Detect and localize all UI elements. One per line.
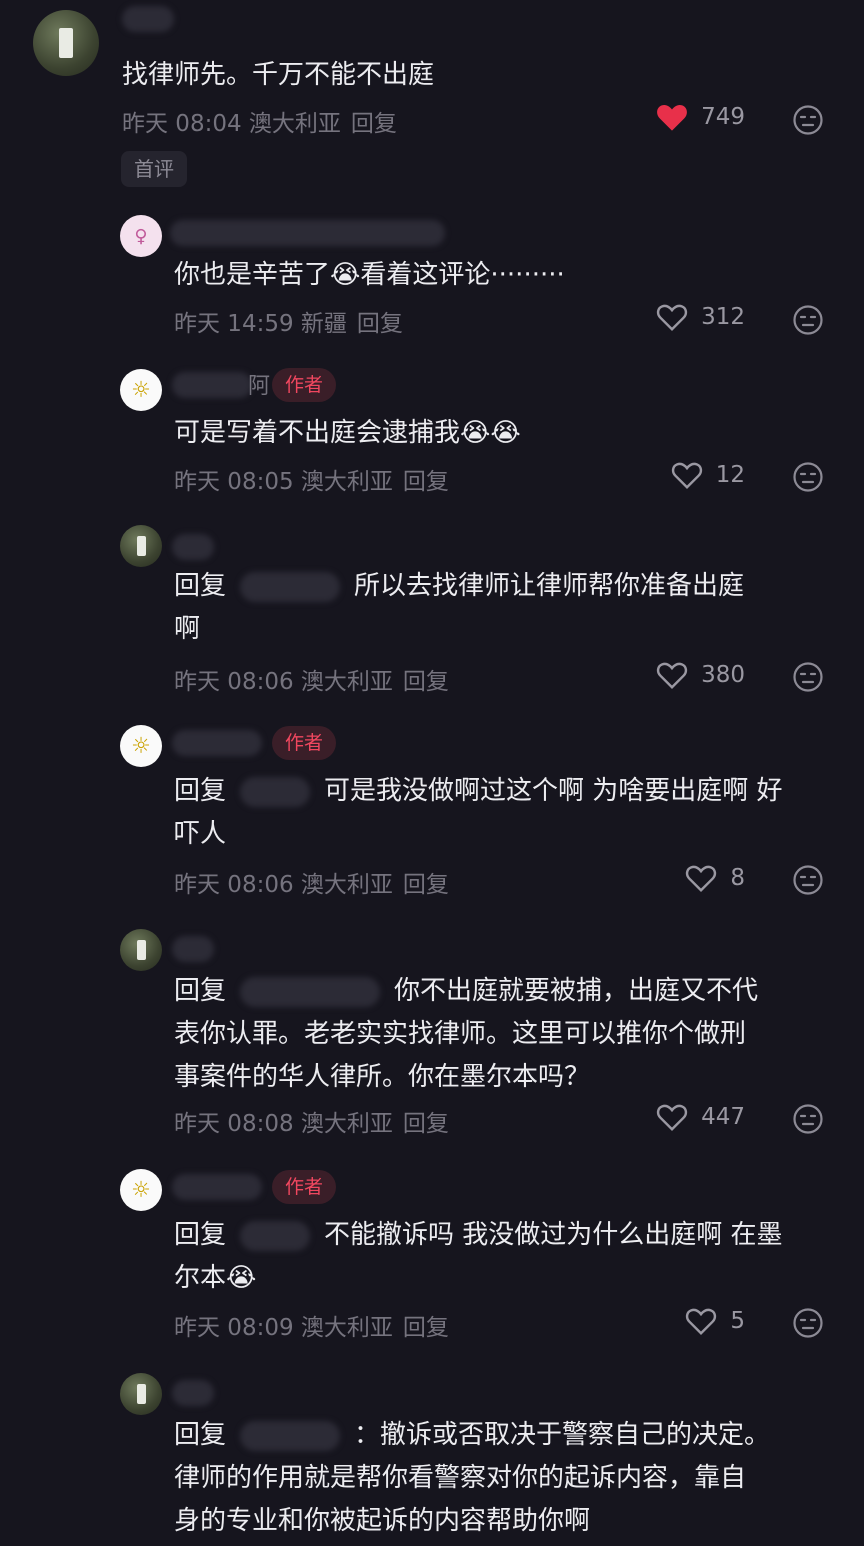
reply-name-blurred[interactable] — [172, 1174, 262, 1200]
reply-prefix: 回复 — [174, 571, 227, 601]
reply-name-blurred[interactable] — [172, 1380, 214, 1406]
reply-link[interactable]: 回复 — [403, 469, 449, 495]
reply-text: 回复 可是我没做啊过这个啊 为啥要出庭啊 好 吓人 — [174, 770, 844, 856]
reply-name-blurred[interactable] — [172, 730, 262, 756]
reply-prefix: 回复 — [174, 776, 227, 806]
like-count: 749 — [701, 104, 745, 130]
reply-text: 回复 ：撤诉或否取决于警察自己的决定。 律师的作用就是帮你看警察对你的起诉内容，靠… — [174, 1414, 844, 1543]
like-button[interactable]: 447 — [655, 1102, 745, 1132]
emoji-reaction-icon[interactable] — [792, 104, 824, 136]
like-button[interactable]: 749 — [655, 102, 745, 132]
like-count: 380 — [701, 662, 745, 688]
reply-avatar[interactable]: ♀ — [120, 215, 162, 257]
reply-meta: 昨天 08:05 澳大利亚 回复 — [174, 462, 449, 496]
reply-name-blurred[interactable] — [170, 220, 445, 246]
mentioned-user-blurred[interactable] — [240, 776, 311, 807]
comment-time: 昨天 08:04 澳大利亚 — [122, 111, 341, 137]
author-avatar[interactable]: ☼ — [120, 1169, 162, 1211]
reply-time: 昨天 08:06 澳大利亚 — [174, 669, 393, 695]
reply-prefix: 回复 — [174, 1420, 227, 1450]
reply-item: ♀ 你也是辛苦了😭看着这评论········· 昨天 14:59 新疆 回复 31… — [0, 200, 864, 360]
heart-outline-icon — [686, 1308, 717, 1336]
like-count: 312 — [701, 304, 745, 330]
reply-time: 昨天 08:06 澳大利亚 — [174, 872, 393, 898]
reply-name-blurred[interactable] — [172, 534, 214, 560]
top-comment: 找律师先。千万不能不出庭 昨天 08:04 澳大利亚 回复 749 首评 — [0, 0, 864, 200]
like-count: 5 — [730, 1308, 745, 1334]
author-badge: 作者 — [272, 1170, 337, 1204]
reply-avatar[interactable] — [120, 1373, 162, 1415]
reply-item: ☼ 作者 回复 可是我没做啊过这个啊 为啥要出庭啊 好 吓人 昨天 08:06 澳… — [0, 720, 864, 920]
reply-link[interactable]: 回复 — [403, 1111, 449, 1137]
reply-meta: 昨天 08:06 澳大利亚 回复 — [174, 662, 449, 696]
emoji-reaction-icon[interactable] — [792, 461, 824, 493]
comment-text: 找律师先。千万不能不出庭 — [122, 60, 435, 90]
like-count: 447 — [701, 1104, 745, 1130]
reply-link[interactable]: 回复 — [403, 669, 449, 695]
reply-text: 回复 不能撤诉吗 我没做过为什么出庭啊 在墨 尔本😭 — [174, 1214, 844, 1300]
author-badge: 作者 — [272, 368, 337, 402]
reply-meta: 昨天 08:06 澳大利亚 回复 — [174, 865, 449, 899]
reply-prefix: 回复 — [174, 976, 227, 1006]
first-comment-tag: 首评 — [121, 151, 187, 187]
reply-text: 回复 所以去找律师让律师帮你准备出庭 啊 — [174, 565, 834, 651]
reply-meta: 昨天 08:08 澳大利亚 回复 — [174, 1104, 449, 1138]
heart-outline-icon — [656, 304, 688, 332]
reply-name-blurred[interactable] — [172, 936, 214, 962]
reply-name-blurred[interactable] — [172, 372, 252, 398]
reply-meta: 昨天 14:59 新疆 回复 — [174, 304, 403, 338]
reply-time: 昨天 08:05 澳大利亚 — [174, 469, 393, 495]
like-button[interactable]: 380 — [655, 660, 745, 690]
mentioned-user-blurred[interactable] — [240, 1420, 341, 1451]
like-count: 12 — [715, 462, 745, 488]
emoji-reaction-icon[interactable] — [792, 661, 824, 693]
mentioned-user-blurred[interactable] — [240, 1220, 311, 1251]
mentioned-user-blurred[interactable] — [240, 976, 381, 1007]
author-badge: 作者 — [272, 726, 337, 760]
like-button[interactable]: 8 — [684, 863, 745, 893]
reply-time: 昨天 08:08 澳大利亚 — [174, 1111, 393, 1137]
reply-link[interactable]: 回复 — [403, 1315, 449, 1341]
heart-outline-icon — [656, 1104, 688, 1132]
emoji-reaction-icon[interactable] — [792, 1307, 824, 1339]
like-count: 8 — [730, 865, 745, 891]
reply-item: 回复 所以去找律师让律师帮你准备出庭 啊 昨天 08:06 澳大利亚 回复 380 — [0, 520, 864, 720]
reply-avatar[interactable] — [120, 929, 162, 971]
heart-outline-icon — [686, 865, 717, 893]
reply-time: 昨天 08:09 澳大利亚 — [174, 1315, 393, 1341]
emoji-reaction-icon[interactable] — [792, 1103, 824, 1135]
reply-link[interactable]: 回复 — [357, 311, 403, 337]
reply-item: 回复 你不出庭就要被捕，出庭又不代 表你认罪。老老实实找律师。这里可以推你个做刑 … — [0, 920, 864, 1160]
reply-item: ☼ 阿 作者 可是写着不出庭会逮捕我😭😭 昨天 08:05 澳大利亚 回复 12 — [0, 360, 864, 520]
commenter-avatar[interactable] — [33, 10, 99, 76]
emoji-reaction-icon[interactable] — [792, 864, 824, 896]
like-button[interactable]: 12 — [670, 460, 745, 490]
reply-text: 回复 你不出庭就要被捕，出庭又不代 表你认罪。老老实实找律师。这里可以推你个做刑 … — [174, 970, 844, 1099]
reply-prefix: 回复 — [174, 1220, 227, 1250]
reply-name-tail: 阿 — [248, 374, 271, 399]
like-button[interactable]: 312 — [655, 302, 745, 332]
reply-link[interactable]: 回复 — [351, 111, 397, 137]
reply-text: 你也是辛苦了😭看着这评论········· — [174, 260, 565, 290]
heart-outline-icon — [671, 462, 702, 490]
heart-filled-icon — [657, 104, 687, 131]
reply-item: 回复 ：撤诉或否取决于警察自己的决定。 律师的作用就是帮你看警察对你的起诉内容，靠… — [0, 1370, 864, 1546]
reply-avatar[interactable] — [120, 525, 162, 567]
reply-text: 可是写着不出庭会逮捕我😭😭 — [174, 418, 521, 448]
comment-meta: 昨天 08:04 澳大利亚 回复 — [122, 104, 397, 138]
reply-item: ☼ 作者 回复 不能撤诉吗 我没做过为什么出庭啊 在墨 尔本😭 昨天 08:09 … — [0, 1160, 864, 1370]
reply-link[interactable]: 回复 — [403, 872, 449, 898]
heart-outline-icon — [656, 662, 688, 690]
emoji-reaction-icon[interactable] — [792, 304, 824, 336]
reply-meta: 昨天 08:09 澳大利亚 回复 — [174, 1308, 449, 1342]
commenter-name-blurred[interactable] — [122, 6, 174, 32]
reply-time: 昨天 14:59 新疆 — [174, 311, 347, 337]
like-button[interactable]: 5 — [684, 1306, 745, 1336]
author-avatar[interactable]: ☼ — [120, 369, 162, 411]
author-avatar[interactable]: ☼ — [120, 725, 162, 767]
mentioned-user-blurred[interactable] — [240, 571, 341, 602]
